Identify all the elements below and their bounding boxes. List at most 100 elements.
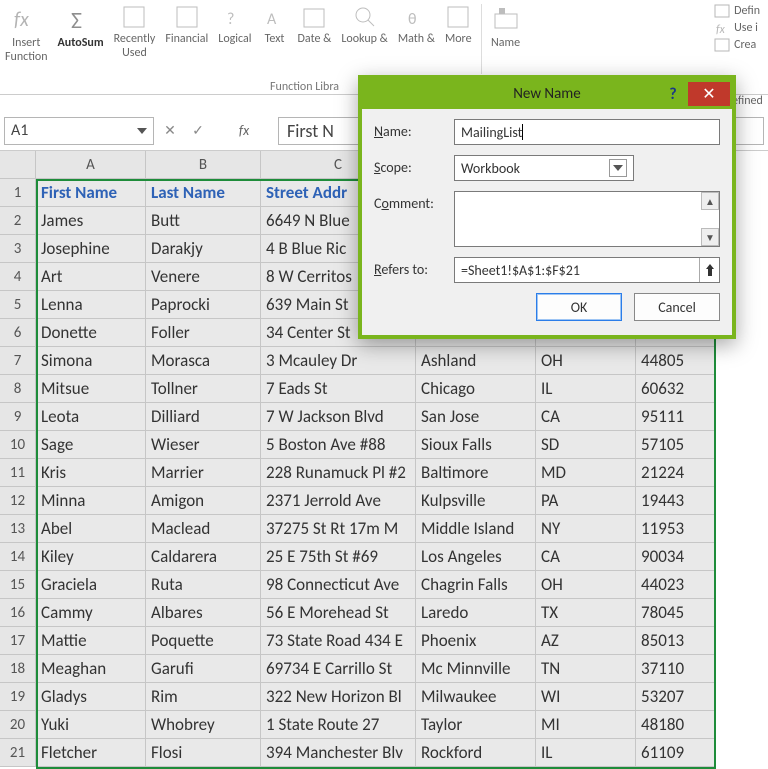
cell[interactable]: 228 Runamuck Pl #2 bbox=[261, 459, 416, 487]
row-header[interactable]: 14 bbox=[0, 543, 36, 571]
name-input[interactable]: MailingList bbox=[454, 119, 720, 145]
cell[interactable]: 85013 bbox=[636, 627, 716, 655]
cell[interactable]: Laredo bbox=[416, 599, 536, 627]
cell[interactable]: 37275 St Rt 17m M bbox=[261, 515, 416, 543]
cell[interactable]: Middle Island bbox=[416, 515, 536, 543]
row-header[interactable]: 12 bbox=[0, 487, 36, 515]
cell[interactable]: TN bbox=[536, 655, 636, 683]
cell[interactable]: CA bbox=[536, 403, 636, 431]
cell[interactable]: PA bbox=[536, 487, 636, 515]
cell[interactable]: Sage bbox=[36, 431, 146, 459]
column-header[interactable]: B bbox=[146, 151, 261, 179]
cell[interactable]: 37110 bbox=[636, 655, 716, 683]
cell[interactable]: Phoenix bbox=[416, 627, 536, 655]
cell[interactable]: IL bbox=[536, 375, 636, 403]
cell[interactable]: Kris bbox=[36, 459, 146, 487]
cell[interactable]: 90034 bbox=[636, 543, 716, 571]
cell[interactable]: Ruta bbox=[146, 571, 261, 599]
cell[interactable]: Baltimore bbox=[416, 459, 536, 487]
ok-button[interactable]: OK bbox=[536, 293, 622, 321]
cell[interactable]: 3 Mcauley Dr bbox=[261, 347, 416, 375]
cell[interactable]: Venere bbox=[146, 263, 261, 291]
define-name-button[interactable]: Defin bbox=[714, 4, 760, 18]
cell[interactable]: IL bbox=[536, 739, 636, 767]
row-header[interactable]: 4 bbox=[0, 263, 36, 291]
cell[interactable]: OH bbox=[536, 347, 636, 375]
cell[interactable]: Graciela bbox=[36, 571, 146, 599]
cell[interactable]: 21224 bbox=[636, 459, 716, 487]
cancel-button[interactable]: Cancel bbox=[634, 293, 720, 321]
cell[interactable]: Minna bbox=[36, 487, 146, 515]
formula-enter-button[interactable]: ✓ bbox=[186, 119, 210, 143]
cell[interactable]: 57105 bbox=[636, 431, 716, 459]
cell[interactable]: Sioux Falls bbox=[416, 431, 536, 459]
cell[interactable]: Cammy bbox=[36, 599, 146, 627]
cell[interactable]: Garufi bbox=[146, 655, 261, 683]
cell[interactable]: Wieser bbox=[146, 431, 261, 459]
cell[interactable]: Paprocki bbox=[146, 291, 261, 319]
chevron-down-icon[interactable] bbox=[609, 159, 627, 177]
cell[interactable]: Milwaukee bbox=[416, 683, 536, 711]
cell[interactable]: 98 Connecticut Ave bbox=[261, 571, 416, 599]
cell[interactable]: Tollner bbox=[146, 375, 261, 403]
row-header[interactable]: 11 bbox=[0, 459, 36, 487]
cell[interactable]: MI bbox=[536, 711, 636, 739]
cell[interactable]: Yuki bbox=[36, 711, 146, 739]
cell[interactable]: Poquette bbox=[146, 627, 261, 655]
cell[interactable]: Rockford bbox=[416, 739, 536, 767]
cell[interactable]: Fletcher bbox=[36, 739, 146, 767]
row-header[interactable]: 1 bbox=[0, 179, 36, 207]
row-header[interactable]: 3 bbox=[0, 235, 36, 263]
cell[interactable]: Simona bbox=[36, 347, 146, 375]
scope-select[interactable]: Workbook bbox=[454, 155, 634, 181]
cell[interactable]: Mattie bbox=[36, 627, 146, 655]
cell[interactable]: Taylor bbox=[416, 711, 536, 739]
row-header[interactable]: 20 bbox=[0, 711, 36, 739]
chevron-down-icon[interactable] bbox=[137, 128, 147, 134]
cell[interactable]: Foller bbox=[146, 319, 261, 347]
cell[interactable]: 322 New Horizon Bl bbox=[261, 683, 416, 711]
row-header[interactable]: 15 bbox=[0, 571, 36, 599]
comment-textarea[interactable]: ▲ ▼ bbox=[454, 191, 720, 247]
cell[interactable]: Caldarera bbox=[146, 543, 261, 571]
row-header[interactable]: 10 bbox=[0, 431, 36, 459]
cell[interactable]: WI bbox=[536, 683, 636, 711]
refers-to-input[interactable]: =Sheet1!$A$1:$F$21 bbox=[454, 257, 720, 283]
row-header[interactable]: 18 bbox=[0, 655, 36, 683]
row-header[interactable]: 19 bbox=[0, 683, 36, 711]
cell[interactable]: 7 W Jackson Blvd bbox=[261, 403, 416, 431]
cell[interactable]: Donette bbox=[36, 319, 146, 347]
lookup-button[interactable]: Lookup & bbox=[338, 4, 391, 84]
cell[interactable]: 44023 bbox=[636, 571, 716, 599]
cell[interactable]: Mitsue bbox=[36, 375, 146, 403]
more-button[interactable]: More bbox=[442, 4, 475, 84]
cell[interactable]: Art bbox=[36, 263, 146, 291]
cell[interactable]: Darakjy bbox=[146, 235, 261, 263]
formula-cancel-button[interactable]: ✕ bbox=[158, 119, 182, 143]
row-header[interactable]: 13 bbox=[0, 515, 36, 543]
row-header[interactable]: 8 bbox=[0, 375, 36, 403]
cell[interactable]: 25 E 75th St #69 bbox=[261, 543, 416, 571]
row-header[interactable]: 16 bbox=[0, 599, 36, 627]
column-header[interactable]: A bbox=[36, 151, 146, 179]
cell[interactable]: Los Angeles bbox=[416, 543, 536, 571]
cell[interactable]: James bbox=[36, 207, 146, 235]
cell[interactable]: Lenna bbox=[36, 291, 146, 319]
row-header[interactable]: 6 bbox=[0, 319, 36, 347]
name-box[interactable]: A1 bbox=[4, 117, 154, 145]
cell[interactable]: Amigon bbox=[146, 487, 261, 515]
cell[interactable]: Albares bbox=[146, 599, 261, 627]
cell[interactable]: 69734 E Carrillo St bbox=[261, 655, 416, 683]
date-button[interactable]: Date & bbox=[295, 4, 335, 84]
text-button[interactable]: A Text bbox=[259, 4, 291, 84]
cell[interactable]: Chicago bbox=[416, 375, 536, 403]
cell[interactable]: Maclead bbox=[146, 515, 261, 543]
name-manager-button[interactable]: Name bbox=[488, 4, 524, 84]
row-header[interactable]: 21 bbox=[0, 739, 36, 767]
cell[interactable]: NY bbox=[536, 515, 636, 543]
cell[interactable]: Mc Minnville bbox=[416, 655, 536, 683]
cell[interactable]: Leota bbox=[36, 403, 146, 431]
cell[interactable]: 48180 bbox=[636, 711, 716, 739]
recently-used-button[interactable]: Recently Used bbox=[111, 4, 159, 84]
row-header[interactable]: 9 bbox=[0, 403, 36, 431]
